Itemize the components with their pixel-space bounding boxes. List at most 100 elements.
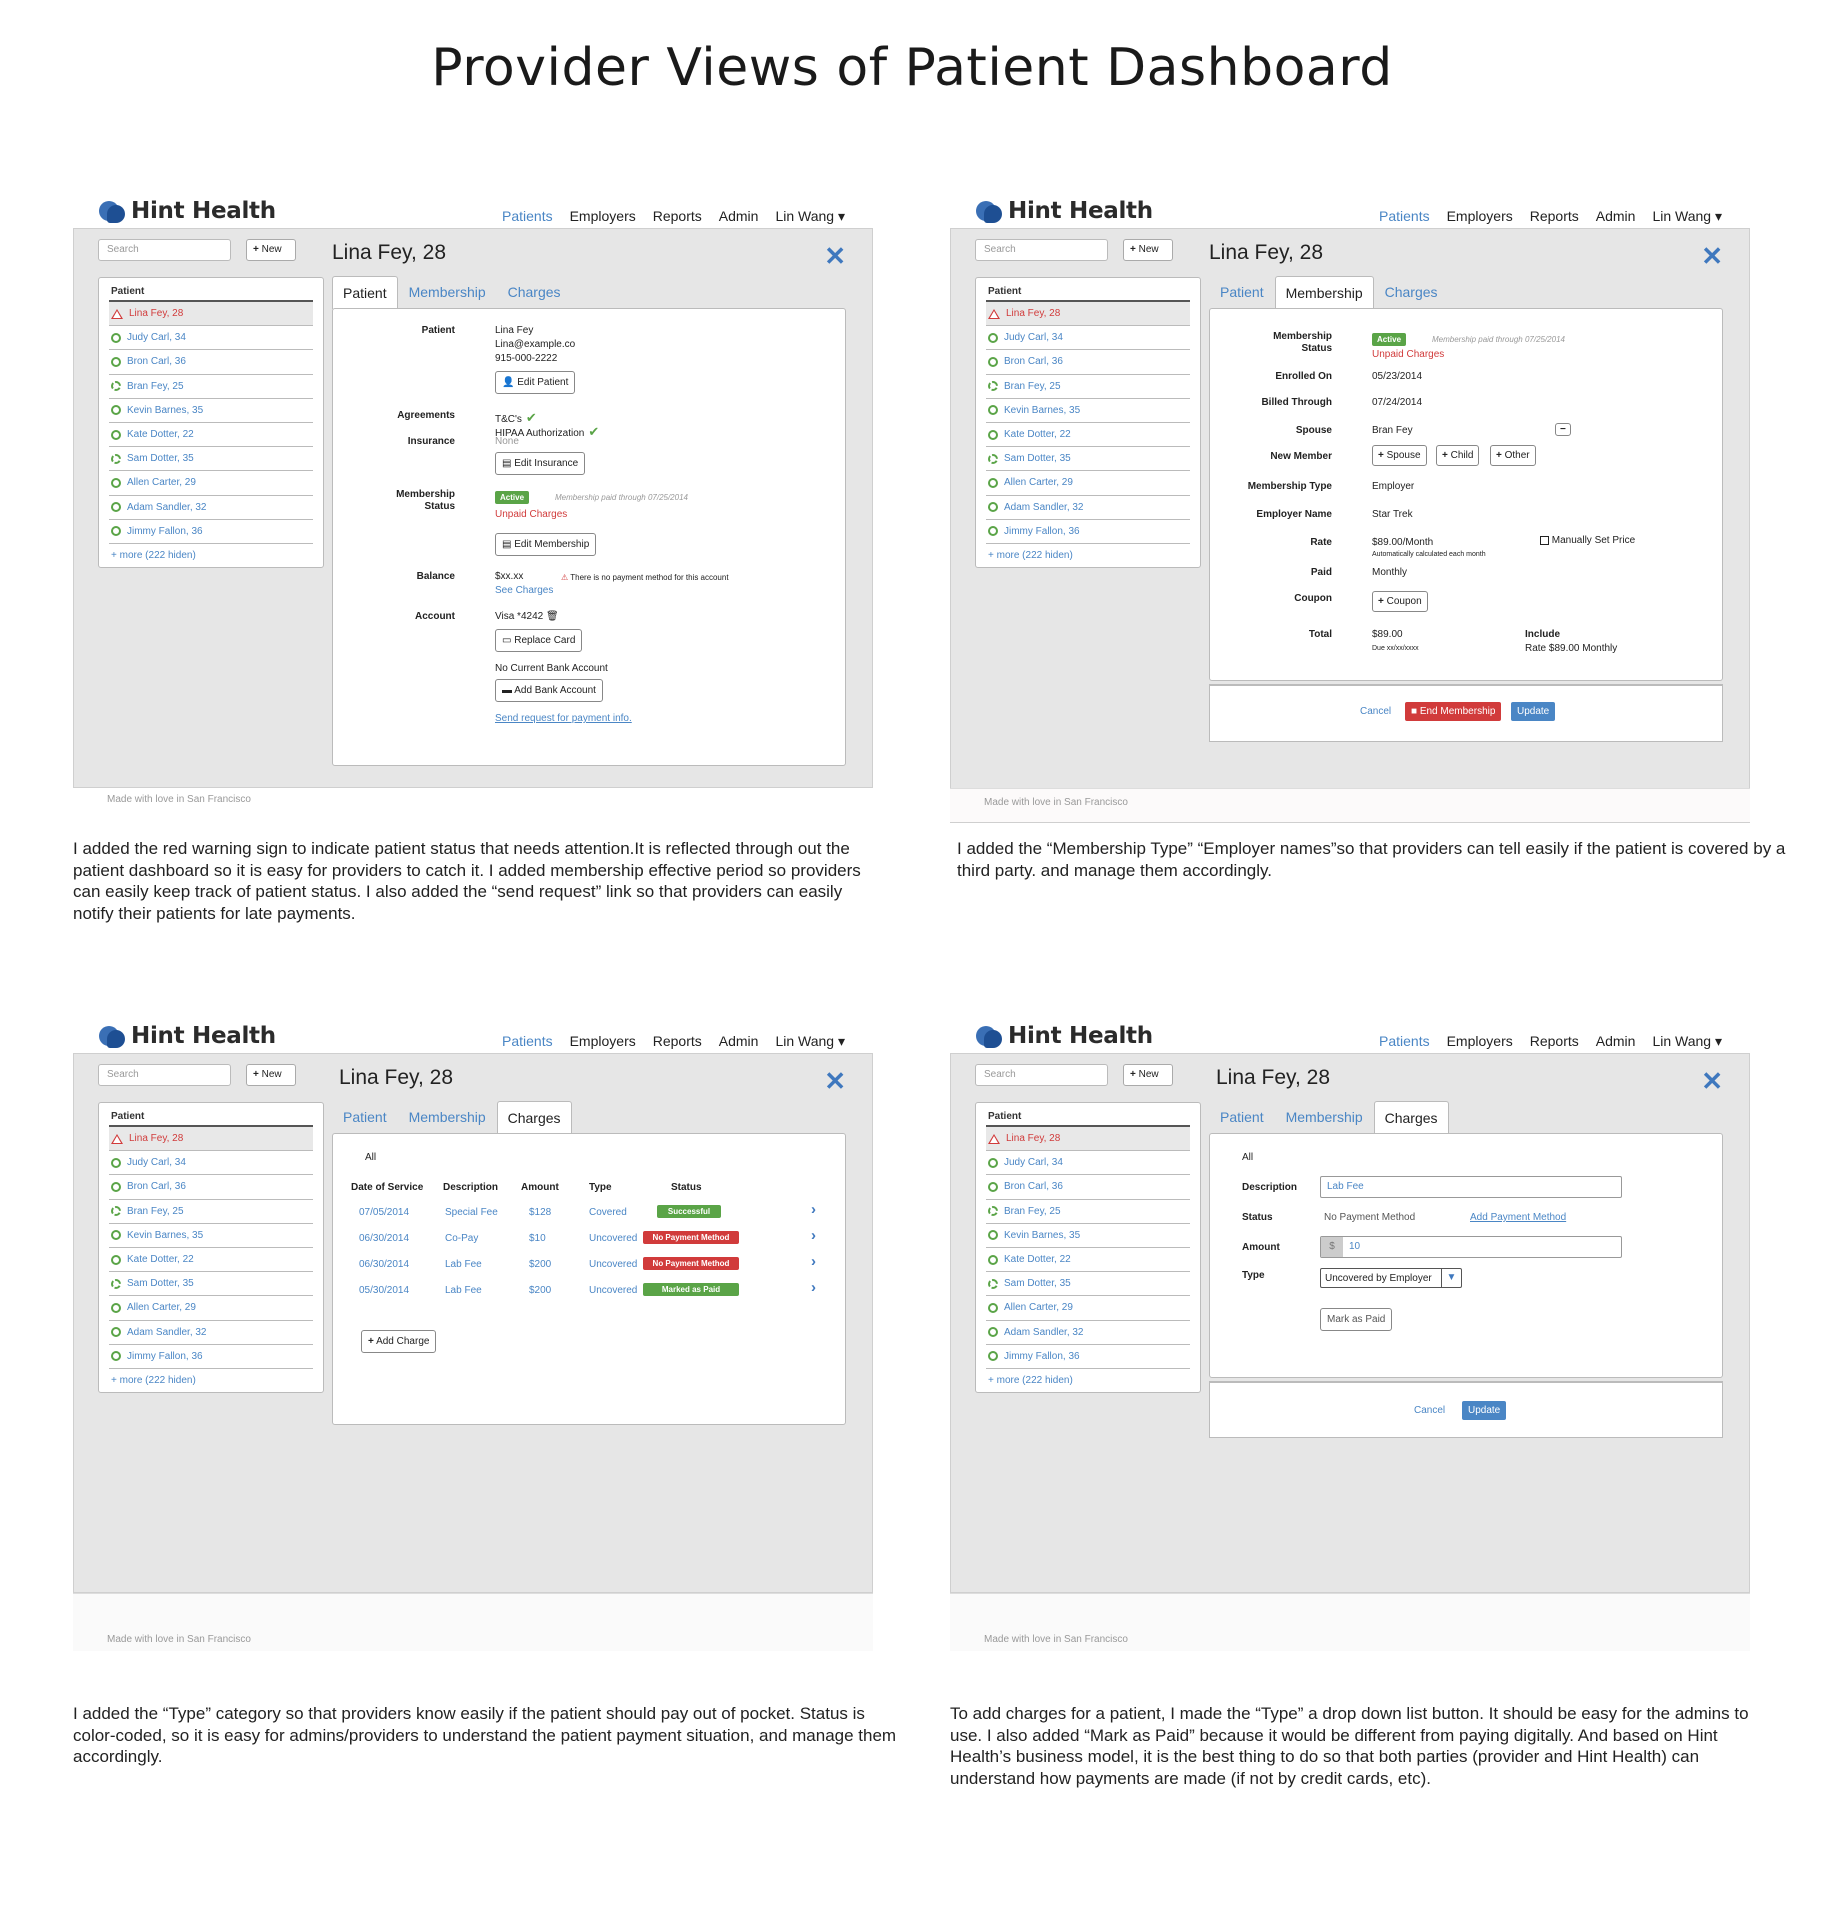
- nav-item-0[interactable]: Patients: [502, 208, 553, 225]
- patient-row[interactable]: Lina Fey, 28: [986, 1127, 1190, 1152]
- patient-row[interactable]: Bron Carl, 36: [109, 350, 313, 375]
- patient-row[interactable]: Sam Dotter, 35: [986, 447, 1190, 472]
- nav-item-4[interactable]: Lin Wang ▾: [1652, 208, 1722, 225]
- search-input[interactable]: Search: [98, 1064, 231, 1086]
- patient-row[interactable]: Kevin Barnes, 35: [109, 1224, 313, 1248]
- patient-row[interactable]: Kate Dotter, 22: [109, 423, 313, 448]
- logo[interactable]: Hint Health: [99, 198, 276, 224]
- send-request-link[interactable]: Send request for payment info.: [495, 713, 632, 724]
- nav-item-4[interactable]: Lin Wang ▾: [1652, 1033, 1722, 1050]
- manual-price-checkbox[interactable]: Manually Set Price: [1540, 535, 1635, 546]
- patient-row[interactable]: Judy Carl, 34: [109, 1151, 313, 1176]
- charge-date[interactable]: 06/30/2014: [359, 1259, 409, 1270]
- tab-membership[interactable]: Membership: [398, 275, 497, 308]
- charge-date[interactable]: 07/05/2014: [359, 1207, 409, 1218]
- nav-item-1[interactable]: Employers: [570, 1033, 636, 1050]
- patient-row[interactable]: Sam Dotter, 35: [109, 1272, 313, 1297]
- nav-item-3[interactable]: Admin: [719, 208, 759, 225]
- patient-row[interactable]: Adam Sandler, 32: [109, 1321, 313, 1345]
- more-patients-link[interactable]: + more (222 hiden): [986, 1369, 1190, 1388]
- add-child-button[interactable]: + Child: [1436, 445, 1480, 466]
- nav-item-2[interactable]: Reports: [1530, 1033, 1579, 1050]
- update-button[interactable]: Update: [1462, 1401, 1507, 1420]
- add-other-button[interactable]: + Other: [1490, 445, 1536, 466]
- patient-row[interactable]: Allen Carter, 29: [109, 471, 313, 496]
- nav-item-1[interactable]: Employers: [1447, 1033, 1513, 1050]
- search-input[interactable]: Search: [975, 1064, 1108, 1086]
- patient-row[interactable]: Allen Carter, 29: [986, 471, 1190, 496]
- mark-paid-button[interactable]: Mark as Paid: [1320, 1308, 1393, 1331]
- tab-patient[interactable]: Patient: [332, 1100, 398, 1133]
- patient-row[interactable]: Adam Sandler, 32: [109, 496, 313, 520]
- chevron-right-icon[interactable]: ›: [811, 1279, 816, 1296]
- patient-row[interactable]: Judy Carl, 34: [109, 326, 313, 351]
- patient-row[interactable]: Judy Carl, 34: [986, 1151, 1190, 1176]
- logo[interactable]: Hint Health: [99, 1023, 276, 1049]
- filter-all[interactable]: All: [365, 1152, 376, 1163]
- patient-row[interactable]: Kevin Barnes, 35: [986, 399, 1190, 423]
- tab-charges[interactable]: Charges: [1374, 275, 1449, 308]
- close-icon[interactable]: ✕: [1701, 241, 1723, 272]
- edit-insurance-button[interactable]: ▤ Edit Insurance: [495, 452, 586, 475]
- tab-membership[interactable]: Membership: [1274, 276, 1374, 309]
- amount-input[interactable]: $ 10: [1320, 1236, 1622, 1258]
- nav-item-2[interactable]: Reports: [653, 208, 702, 225]
- add-payment-link[interactable]: Add Payment Method: [1470, 1212, 1566, 1223]
- tab-charges[interactable]: Charges: [496, 1101, 572, 1134]
- patient-row[interactable]: Allen Carter, 29: [109, 1296, 313, 1321]
- new-patient-button[interactable]: + New: [1123, 239, 1173, 261]
- patient-row[interactable]: Adam Sandler, 32: [986, 496, 1190, 520]
- patient-row[interactable]: Sam Dotter, 35: [109, 447, 313, 472]
- close-icon[interactable]: ✕: [1701, 1066, 1723, 1097]
- patient-row[interactable]: Lina Fey, 28: [986, 302, 1190, 327]
- nav-item-3[interactable]: Admin: [719, 1033, 759, 1050]
- tab-charges[interactable]: Charges: [497, 275, 572, 308]
- nav-item-1[interactable]: Employers: [1447, 208, 1513, 225]
- charge-date[interactable]: 06/30/2014: [359, 1233, 409, 1244]
- patient-row[interactable]: Jimmy Fallon, 36: [109, 520, 313, 544]
- nav-item-3[interactable]: Admin: [1596, 1033, 1636, 1050]
- tab-patient[interactable]: Patient: [1209, 275, 1275, 308]
- remove-spouse-button[interactable]: −: [1555, 423, 1571, 436]
- nav-item-0[interactable]: Patients: [1379, 208, 1430, 225]
- patient-row[interactable]: Kate Dotter, 22: [109, 1248, 313, 1273]
- patient-row[interactable]: Bran Fey, 25: [986, 1200, 1190, 1224]
- logo[interactable]: Hint Health: [976, 198, 1153, 224]
- patient-row[interactable]: Lina Fey, 28: [109, 302, 313, 327]
- more-patients-link[interactable]: + more (222 hiden): [986, 544, 1190, 563]
- patient-row[interactable]: Kevin Barnes, 35: [986, 1224, 1190, 1248]
- edit-membership-button[interactable]: ▤ Edit Membership: [495, 533, 597, 556]
- patient-row[interactable]: Lina Fey, 28: [109, 1127, 313, 1152]
- new-patient-button[interactable]: + New: [246, 239, 296, 261]
- patient-row[interactable]: Kevin Barnes, 35: [109, 399, 313, 423]
- patient-row[interactable]: Bron Carl, 36: [986, 350, 1190, 375]
- replace-card-button[interactable]: ▭ Replace Card: [495, 629, 583, 652]
- see-charges-link[interactable]: See Charges: [495, 585, 553, 596]
- search-input[interactable]: Search: [98, 239, 231, 261]
- nav-item-2[interactable]: Reports: [653, 1033, 702, 1050]
- patient-row[interactable]: Kate Dotter, 22: [986, 1248, 1190, 1273]
- add-bank-button[interactable]: ▬ Add Bank Account: [495, 679, 603, 702]
- patient-row[interactable]: Bron Carl, 36: [109, 1175, 313, 1200]
- end-membership-button[interactable]: ■ End Membership: [1405, 702, 1502, 721]
- tab-membership[interactable]: Membership: [1275, 1100, 1374, 1133]
- search-input[interactable]: Search: [975, 239, 1108, 261]
- tab-charges[interactable]: Charges: [1373, 1101, 1449, 1134]
- patient-row[interactable]: Jimmy Fallon, 36: [109, 1345, 313, 1369]
- nav-item-1[interactable]: Employers: [570, 208, 636, 225]
- patient-row[interactable]: Bran Fey, 25: [986, 375, 1190, 399]
- patient-row[interactable]: Jimmy Fallon, 36: [986, 520, 1190, 544]
- update-button[interactable]: Update: [1511, 702, 1556, 721]
- patient-row[interactable]: Bron Carl, 36: [986, 1175, 1190, 1200]
- tab-patient[interactable]: Patient: [332, 276, 398, 309]
- patient-row[interactable]: Jimmy Fallon, 36: [986, 1345, 1190, 1369]
- patient-row[interactable]: Adam Sandler, 32: [986, 1321, 1190, 1345]
- description-input[interactable]: Lab Fee: [1320, 1176, 1622, 1198]
- patient-row[interactable]: Judy Carl, 34: [986, 326, 1190, 351]
- tab-patient[interactable]: Patient: [1209, 1100, 1275, 1133]
- type-dropdown[interactable]: Uncovered by Employer ▼: [1320, 1268, 1462, 1288]
- patient-row[interactable]: Sam Dotter, 35: [986, 1272, 1190, 1297]
- more-patients-link[interactable]: + more (222 hiden): [109, 1369, 313, 1388]
- add-spouse-button[interactable]: + Spouse: [1372, 445, 1427, 466]
- add-charge-button[interactable]: + Add Charge: [361, 1330, 437, 1353]
